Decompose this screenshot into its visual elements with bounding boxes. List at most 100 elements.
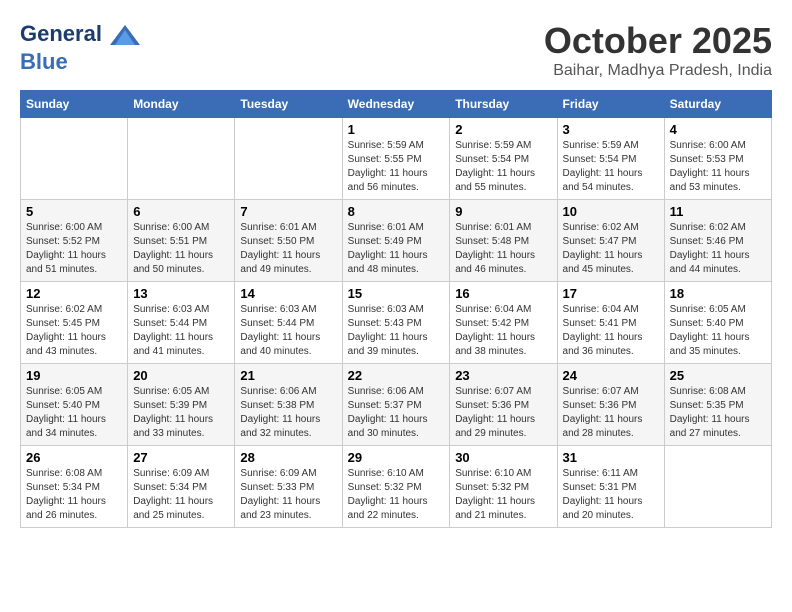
day-info: Sunrise: 6:01 AM Sunset: 5:48 PM Dayligh… — [455, 221, 551, 277]
day-number: 8 — [348, 204, 445, 219]
weekday-header-thursday: Thursday — [450, 91, 557, 118]
calendar-cell: 30Sunrise: 6:10 AM Sunset: 5:32 PM Dayli… — [450, 446, 557, 528]
week-row-4: 19Sunrise: 6:05 AM Sunset: 5:40 PM Dayli… — [21, 364, 772, 446]
day-info: Sunrise: 6:09 AM Sunset: 5:33 PM Dayligh… — [240, 467, 336, 523]
day-info: Sunrise: 6:11 AM Sunset: 5:31 PM Dayligh… — [563, 467, 659, 523]
calendar-cell: 14 Sunrise: 6:03 AM Sunset: 5:44 PM Dayli… — [235, 282, 342, 364]
calendar-cell: 21Sunrise: 6:06 AM Sunset: 5:38 PM Dayli… — [235, 364, 342, 446]
weekday-header-tuesday: Tuesday — [235, 91, 342, 118]
day-number: 11 — [670, 204, 766, 219]
day-number: 6 — [133, 204, 229, 219]
day-info: Sunrise: 6:03 AM Sunset: 5:44 PM Dayligh… — [240, 303, 336, 359]
day-info: Sunrise: 5:59 AM Sunset: 5:54 PM Dayligh… — [455, 139, 551, 195]
calendar-cell: 28 Sunrise: 6:09 AM Sunset: 5:33 PM Dayli… — [235, 446, 342, 528]
day-number: 30 — [455, 450, 551, 465]
day-number: 28 — [240, 450, 336, 465]
day-number: 10 — [563, 204, 659, 219]
week-row-1: 1 Sunrise: 5:59 AM Sunset: 5:55 PM Daylig… — [21, 118, 772, 200]
day-info: Sunrise: 6:08 AM Sunset: 5:35 PM Dayligh… — [670, 385, 766, 441]
title-area: October 2025 Baihar, Madhya Pradesh, Ind… — [544, 20, 772, 80]
day-info: Sunrise: 6:00 AM Sunset: 5:53 PM Dayligh… — [670, 139, 766, 195]
calendar-cell: 20 Sunrise: 6:05 AM Sunset: 5:39 PM Dayli… — [128, 364, 235, 446]
calendar-cell: 25 Sunrise: 6:08 AM Sunset: 5:35 PM Dayli… — [664, 364, 771, 446]
calendar-cell: 18 Sunrise: 6:05 AM Sunset: 5:40 PM Dayli… — [664, 282, 771, 364]
calendar-cell: 2 Sunrise: 5:59 AM Sunset: 5:54 PM Daylig… — [450, 118, 557, 200]
calendar-cell: 15 Sunrise: 6:03 AM Sunset: 5:43 PM Dayli… — [342, 282, 450, 364]
day-number: 9 — [455, 204, 551, 219]
day-info: Sunrise: 6:07 AM Sunset: 5:36 PM Dayligh… — [563, 385, 659, 441]
day-info: Sunrise: 5:59 AM Sunset: 5:54 PM Dayligh… — [563, 139, 659, 195]
day-info: Sunrise: 6:08 AM Sunset: 5:34 PM Dayligh… — [26, 467, 122, 523]
day-info: Sunrise: 6:06 AM Sunset: 5:38 PM Dayligh… — [240, 385, 336, 441]
day-info: Sunrise: 6:02 AM Sunset: 5:45 PM Dayligh… — [26, 303, 122, 359]
day-number: 16 — [455, 286, 551, 301]
calendar-cell: 13 Sunrise: 6:03 AM Sunset: 5:44 PM Dayli… — [128, 282, 235, 364]
day-info: Sunrise: 6:02 AM Sunset: 5:47 PM Dayligh… — [563, 221, 659, 277]
day-number: 1 — [348, 122, 445, 137]
week-row-3: 12 Sunrise: 6:02 AM Sunset: 5:45 PM Dayli… — [21, 282, 772, 364]
calendar-cell: 11 Sunrise: 6:02 AM Sunset: 5:46 PM Dayli… — [664, 200, 771, 282]
calendar-cell: 6 Sunrise: 6:00 AM Sunset: 5:51 PM Daylig… — [128, 200, 235, 282]
calendar-cell — [128, 118, 235, 200]
week-row-5: 26Sunrise: 6:08 AM Sunset: 5:34 PM Dayli… — [21, 446, 772, 528]
calendar-table: SundayMondayTuesdayWednesdayThursdayFrid… — [20, 90, 772, 528]
day-number: 4 — [670, 122, 766, 137]
day-number: 20 — [133, 368, 229, 383]
weekday-header-friday: Friday — [557, 91, 664, 118]
day-info: Sunrise: 6:00 AM Sunset: 5:51 PM Dayligh… — [133, 221, 229, 277]
day-info: Sunrise: 6:04 AM Sunset: 5:41 PM Dayligh… — [563, 303, 659, 359]
calendar-cell: 9 Sunrise: 6:01 AM Sunset: 5:48 PM Daylig… — [450, 200, 557, 282]
logo: General Blue — [20, 20, 140, 74]
calendar-cell — [235, 118, 342, 200]
day-number: 3 — [563, 122, 659, 137]
day-info: Sunrise: 5:59 AM Sunset: 5:55 PM Dayligh… — [348, 139, 445, 195]
logo-text: General Blue — [20, 20, 140, 74]
day-number: 25 — [670, 368, 766, 383]
day-number: 12 — [26, 286, 122, 301]
week-row-2: 5Sunrise: 6:00 AM Sunset: 5:52 PM Daylig… — [21, 200, 772, 282]
day-info: Sunrise: 6:03 AM Sunset: 5:43 PM Dayligh… — [348, 303, 445, 359]
day-number: 22 — [348, 368, 445, 383]
calendar-cell: 4 Sunrise: 6:00 AM Sunset: 5:53 PM Daylig… — [664, 118, 771, 200]
calendar-cell: 19Sunrise: 6:05 AM Sunset: 5:40 PM Dayli… — [21, 364, 128, 446]
day-info: Sunrise: 6:07 AM Sunset: 5:36 PM Dayligh… — [455, 385, 551, 441]
calendar-cell: 1 Sunrise: 5:59 AM Sunset: 5:55 PM Daylig… — [342, 118, 450, 200]
calendar-cell: 16 Sunrise: 6:04 AM Sunset: 5:42 PM Dayli… — [450, 282, 557, 364]
day-info: Sunrise: 6:03 AM Sunset: 5:44 PM Dayligh… — [133, 303, 229, 359]
calendar-cell: 3 Sunrise: 5:59 AM Sunset: 5:54 PM Daylig… — [557, 118, 664, 200]
weekday-header-wednesday: Wednesday — [342, 91, 450, 118]
day-number: 2 — [455, 122, 551, 137]
day-info: Sunrise: 6:05 AM Sunset: 5:39 PM Dayligh… — [133, 385, 229, 441]
weekday-header-row: SundayMondayTuesdayWednesdayThursdayFrid… — [21, 91, 772, 118]
day-number: 24 — [563, 368, 659, 383]
day-info: Sunrise: 6:10 AM Sunset: 5:32 PM Dayligh… — [348, 467, 445, 523]
logo-icon — [110, 20, 140, 50]
calendar-cell: 31Sunrise: 6:11 AM Sunset: 5:31 PM Dayli… — [557, 446, 664, 528]
day-number: 23 — [455, 368, 551, 383]
day-number: 14 — [240, 286, 336, 301]
day-number: 18 — [670, 286, 766, 301]
header: General Blue October 2025 Baihar, Madhya… — [20, 20, 772, 80]
day-number: 15 — [348, 286, 445, 301]
location-title: Baihar, Madhya Pradesh, India — [544, 62, 772, 80]
calendar-cell: 5Sunrise: 6:00 AM Sunset: 5:52 PM Daylig… — [21, 200, 128, 282]
calendar-cell: 29 Sunrise: 6:10 AM Sunset: 5:32 PM Dayli… — [342, 446, 450, 528]
calendar-cell: 23 Sunrise: 6:07 AM Sunset: 5:36 PM Dayli… — [450, 364, 557, 446]
day-info: Sunrise: 6:01 AM Sunset: 5:50 PM Dayligh… — [240, 221, 336, 277]
day-info: Sunrise: 6:09 AM Sunset: 5:34 PM Dayligh… — [133, 467, 229, 523]
calendar-cell: 7 Sunrise: 6:01 AM Sunset: 5:50 PM Daylig… — [235, 200, 342, 282]
day-info: Sunrise: 6:05 AM Sunset: 5:40 PM Dayligh… — [670, 303, 766, 359]
calendar-cell: 8Sunrise: 6:01 AM Sunset: 5:49 PM Daylig… — [342, 200, 450, 282]
day-number: 13 — [133, 286, 229, 301]
day-number: 19 — [26, 368, 122, 383]
day-info: Sunrise: 6:00 AM Sunset: 5:52 PM Dayligh… — [26, 221, 122, 277]
calendar-cell: 26Sunrise: 6:08 AM Sunset: 5:34 PM Dayli… — [21, 446, 128, 528]
calendar-cell: 22Sunrise: 6:06 AM Sunset: 5:37 PM Dayli… — [342, 364, 450, 446]
calendar-cell: 27Sunrise: 6:09 AM Sunset: 5:34 PM Dayli… — [128, 446, 235, 528]
day-number: 29 — [348, 450, 445, 465]
day-info: Sunrise: 6:02 AM Sunset: 5:46 PM Dayligh… — [670, 221, 766, 277]
calendar-cell: 12 Sunrise: 6:02 AM Sunset: 5:45 PM Dayli… — [21, 282, 128, 364]
day-info: Sunrise: 6:04 AM Sunset: 5:42 PM Dayligh… — [455, 303, 551, 359]
calendar-cell: 24 Sunrise: 6:07 AM Sunset: 5:36 PM Dayli… — [557, 364, 664, 446]
day-number: 7 — [240, 204, 336, 219]
